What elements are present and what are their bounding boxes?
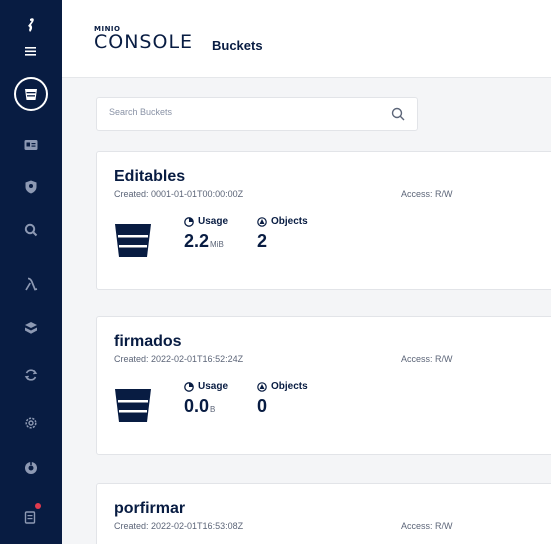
search-icon[interactable] xyxy=(391,107,405,121)
bucket-name[interactable]: firmados xyxy=(114,333,182,351)
sidebar-item-settings[interactable] xyxy=(11,405,51,441)
objects-icon xyxy=(257,381,267,392)
notification-badge xyxy=(35,503,41,509)
objects-label: Objects xyxy=(271,216,308,227)
sidebar-item-license[interactable] xyxy=(11,499,51,535)
bucket-access: Access: R/W xyxy=(401,354,453,364)
objects-icon xyxy=(257,216,267,227)
sync-icon xyxy=(24,369,38,381)
bucket-icon xyxy=(115,224,151,257)
brand-main: CONSOLE xyxy=(94,31,194,53)
bucket-icon xyxy=(25,89,37,100)
page-header: MINIO CONSOLE Buckets xyxy=(62,0,551,78)
search-box xyxy=(96,97,418,131)
bucket-access: Access: R/W xyxy=(401,189,453,199)
settings-icon xyxy=(25,417,37,429)
search-icon xyxy=(24,223,38,237)
objects-metric: Objects 0 xyxy=(257,381,308,417)
usage-label: Usage xyxy=(198,381,229,392)
license-icon xyxy=(24,511,36,524)
sidebar-item-search[interactable] xyxy=(11,212,51,248)
bucket-card[interactable]: Editables Created: 0001-01-01T00:00:00Z … xyxy=(96,151,551,290)
search-input[interactable] xyxy=(109,107,369,117)
page-title: Buckets xyxy=(212,38,263,53)
usage-value: 2.2 xyxy=(184,231,210,251)
objects-value: 0 xyxy=(257,396,268,416)
bucket-access: Access: R/W xyxy=(401,521,453,531)
minio-bird-icon xyxy=(25,18,36,56)
objects-metric: Objects 2 xyxy=(257,216,308,252)
minio-logo[interactable] xyxy=(0,10,62,70)
objects-label: Objects xyxy=(271,381,308,392)
usage-label: Usage xyxy=(198,216,229,227)
sidebar-item-support[interactable] xyxy=(11,450,51,486)
sidebar-item-tiers[interactable] xyxy=(11,310,51,346)
sidebar-item-buckets[interactable] xyxy=(11,76,51,112)
id-card-icon xyxy=(24,140,38,150)
usage-value: 0.0 xyxy=(184,396,210,416)
tiers-icon xyxy=(25,322,37,334)
sidebar xyxy=(0,0,62,544)
bucket-created: Created: 0001-01-01T00:00:00Z xyxy=(114,189,244,199)
usage-unit: B xyxy=(210,405,216,414)
bucket-name[interactable]: porfirmar xyxy=(114,500,185,518)
minio-console-logo: MINIO CONSOLE xyxy=(94,25,193,52)
usage-unit: MiB xyxy=(210,240,224,249)
bucket-card[interactable]: firmados Created: 2022-02-01T16:52:24Z A… xyxy=(96,316,551,455)
sidebar-item-lambda[interactable] xyxy=(11,266,51,302)
lambda-icon xyxy=(25,277,38,291)
objects-value: 2 xyxy=(257,231,268,251)
usage-metric: Usage 2.2MiB xyxy=(184,216,228,252)
sidebar-item-identity[interactable] xyxy=(11,127,51,163)
bucket-created: Created: 2022-02-01T16:52:24Z xyxy=(114,354,244,364)
sidebar-item-replication[interactable] xyxy=(11,357,51,393)
bucket-card[interactable]: porfirmar Created: 2022-02-01T16:53:08Z … xyxy=(96,483,551,544)
bucket-icon xyxy=(115,389,151,422)
pie-chart-icon xyxy=(184,216,194,227)
user-shield-icon xyxy=(25,180,37,194)
bucket-name[interactable]: Editables xyxy=(114,168,185,186)
support-icon xyxy=(25,462,37,474)
bucket-created: Created: 2022-02-01T16:53:08Z xyxy=(114,521,244,531)
usage-metric: Usage 0.0B xyxy=(184,381,228,417)
sidebar-item-users[interactable] xyxy=(11,169,51,205)
pie-chart-icon xyxy=(184,381,194,392)
